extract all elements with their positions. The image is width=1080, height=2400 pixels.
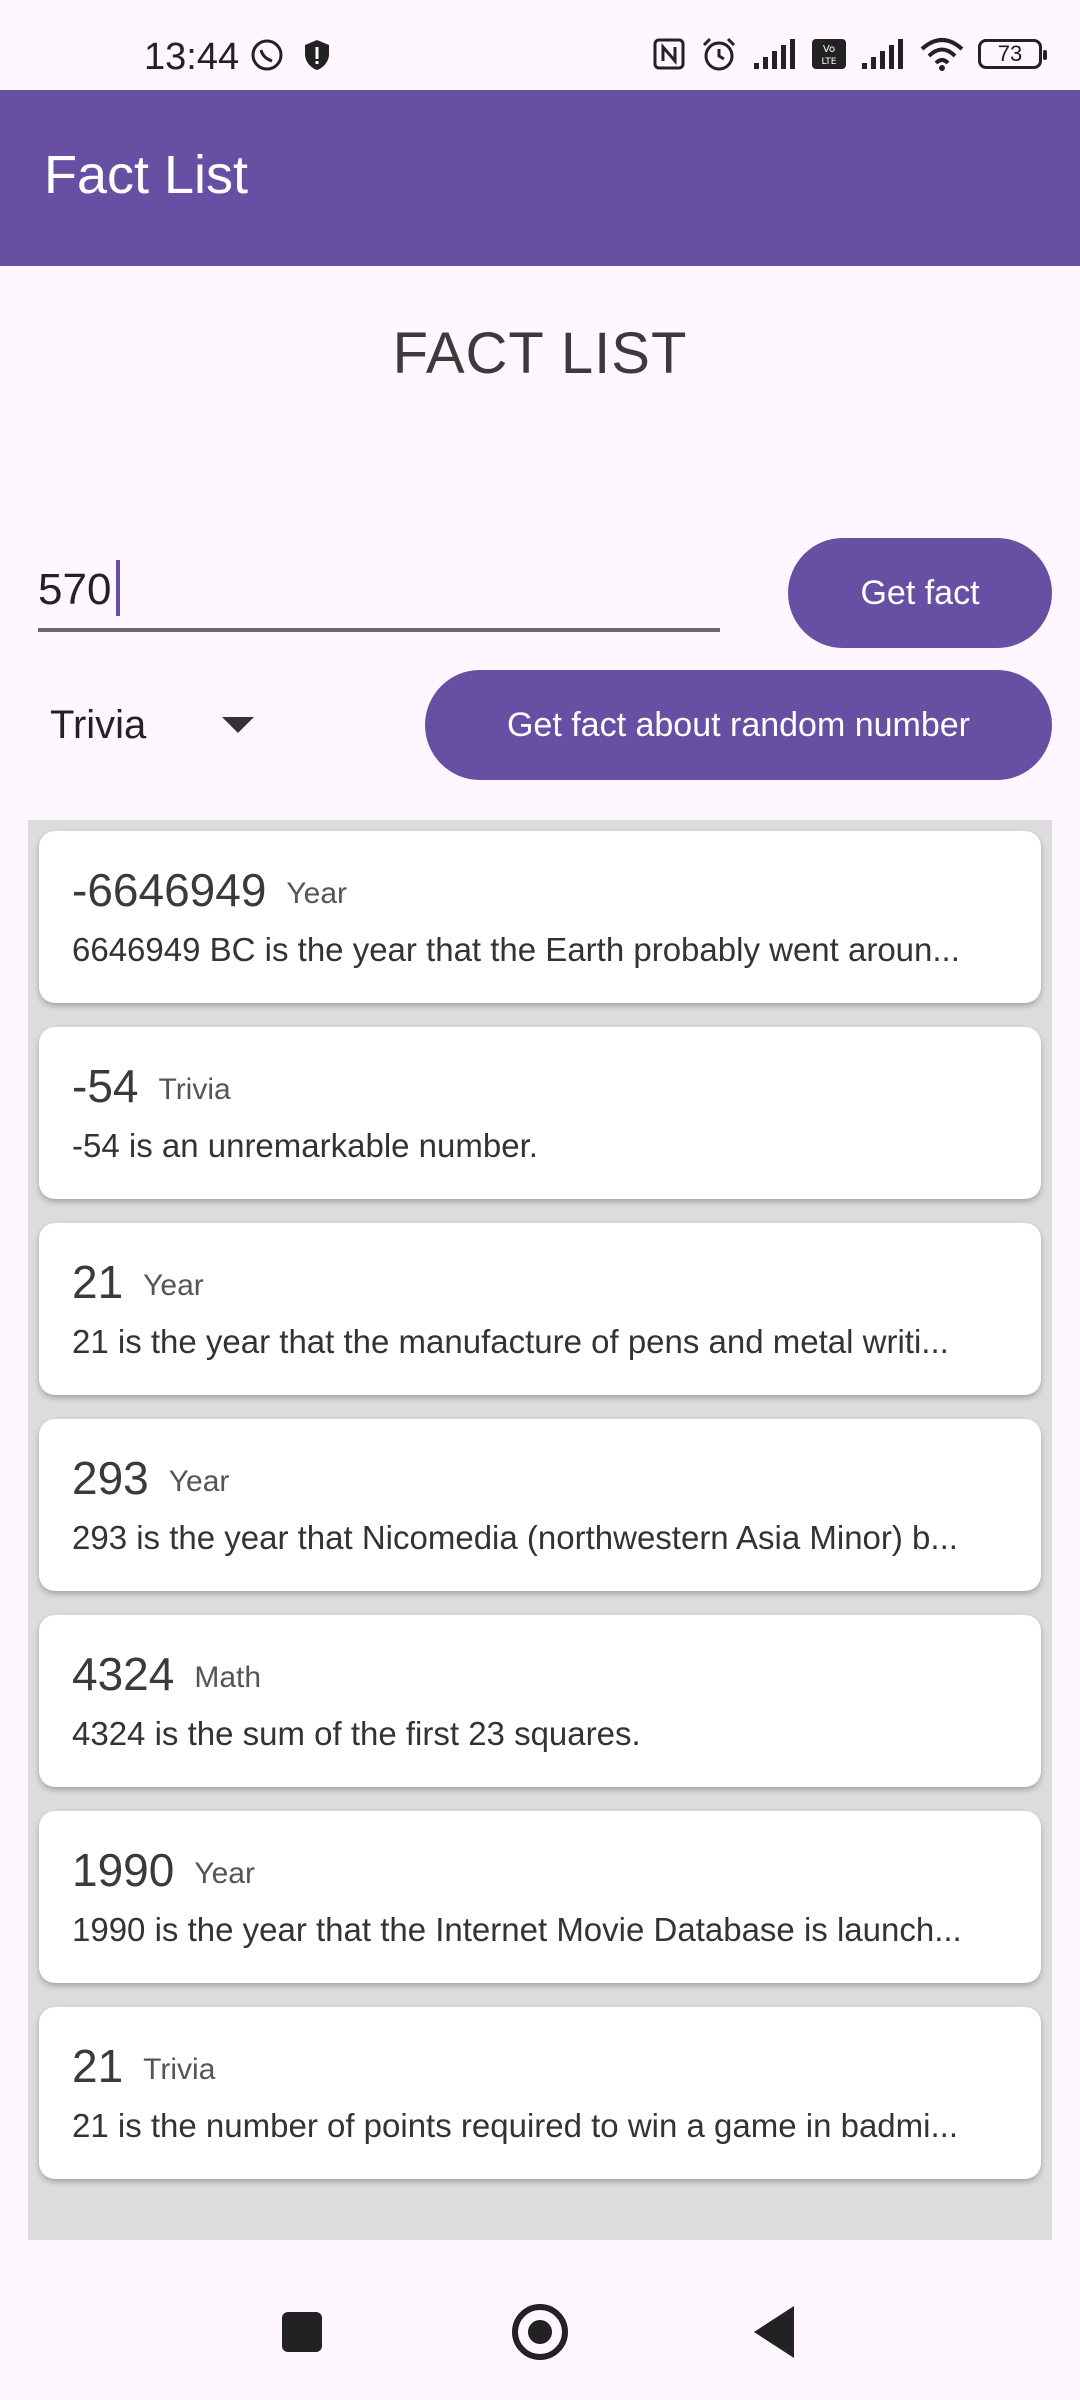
recents-icon[interactable] xyxy=(282,2312,322,2352)
fact-category: Math xyxy=(194,1660,262,1694)
status-bar: 13:44 Vo LTE 73 xyxy=(0,0,1080,90)
list-item[interactable]: 293 Year 293 is the year that Nicomedia (… xyxy=(39,1419,1041,1591)
fact-number: 293 xyxy=(72,1452,149,1504)
signal-icon xyxy=(752,39,798,69)
category-dropdown[interactable]: Trivia xyxy=(50,690,260,760)
category-dropdown-value: Trivia xyxy=(50,702,147,747)
svg-text:Vo: Vo xyxy=(823,44,835,55)
app-bar-title: Fact List xyxy=(44,145,249,205)
list-item[interactable]: 21 Trivia 21 is the number of points requ… xyxy=(39,2007,1041,2179)
fact-number-row: -6646949 Year xyxy=(72,863,347,917)
number-input[interactable] xyxy=(38,552,720,632)
fact-text: 21 is the number of points required to w… xyxy=(72,2107,958,2144)
system-nav-bar xyxy=(0,2262,1080,2400)
fact-number-row: -54 Trivia xyxy=(72,1059,231,1113)
page-title: FACT LIST xyxy=(392,321,688,386)
fact-text: 293 is the year that Nicomedia (northwes… xyxy=(72,1519,958,1556)
list-item[interactable]: 1990 Year 1990 is the year that the Inter… xyxy=(39,1811,1041,1983)
volte-icon: Vo LTE xyxy=(812,39,846,69)
fact-text: -54 is an unremarkable number. xyxy=(72,1127,538,1164)
fact-text: 4324 is the sum of the first 23 squares. xyxy=(72,1715,641,1752)
fact-number: 4324 xyxy=(72,1648,175,1700)
battery-icon: 73 xyxy=(978,39,1047,69)
fact-text: 1990 is the year that the Internet Movie… xyxy=(72,1911,962,1948)
wifi-icon xyxy=(920,37,964,71)
viber-icon xyxy=(250,38,284,72)
fact-text: 6646949 BC is the year that the Earth pr… xyxy=(72,931,960,968)
fact-number: 21 xyxy=(72,1256,124,1308)
fact-category: Year xyxy=(286,876,348,910)
fact-number: 21 xyxy=(72,2040,124,2092)
status-left-icons xyxy=(250,38,332,72)
list-item[interactable]: 21 Year 21 is the year that the manufactu… xyxy=(39,1223,1041,1395)
fact-category: Year xyxy=(194,1856,255,1890)
home-icon[interactable] xyxy=(512,2304,568,2360)
fact-number: -54 xyxy=(72,1060,139,1112)
list-item[interactable]: -6646949 Year 6646949 BC is the year that… xyxy=(39,831,1041,1003)
svg-text:LTE: LTE xyxy=(822,57,837,67)
get-fact-button[interactable]: Get fact xyxy=(788,538,1052,648)
fact-number-row: 21 Trivia xyxy=(72,2039,215,2093)
nfc-icon xyxy=(652,37,686,71)
shield-alert-icon xyxy=(302,38,332,72)
fact-number: -6646949 xyxy=(72,864,267,916)
fact-category: Trivia xyxy=(143,2052,216,2086)
status-right-icons: Vo LTE 73 xyxy=(652,36,1047,72)
fact-category: Trivia xyxy=(158,1072,231,1106)
fact-number-row: 1990 Year xyxy=(72,1843,255,1897)
fact-category: Year xyxy=(143,1268,204,1302)
alarm-icon xyxy=(700,36,738,72)
text-cursor xyxy=(116,560,120,616)
fact-list[interactable]: -6646949 Year 6646949 BC is the year that… xyxy=(28,820,1052,2240)
signal-icon xyxy=(860,39,906,69)
list-item[interactable]: 4324 Math 4324 is the sum of the first 23… xyxy=(39,1615,1041,1787)
back-icon[interactable] xyxy=(754,2306,794,2358)
status-time: 13:44 xyxy=(144,36,240,78)
fact-number-row: 293 Year xyxy=(72,1451,229,1505)
app-bar: Fact List xyxy=(0,90,1080,266)
list-item[interactable]: -54 Trivia -54 is an unremarkable number. xyxy=(39,1027,1041,1199)
fact-category: Year xyxy=(168,1464,230,1498)
random-fact-button[interactable]: Get fact about random number xyxy=(425,670,1052,780)
chevron-down-icon xyxy=(222,717,254,733)
fact-number-row: 4324 Math xyxy=(72,1647,261,1701)
fact-number: 1990 xyxy=(72,1844,175,1896)
fact-text: 21 is the year that the manufacture of p… xyxy=(72,1323,949,1360)
fact-number-row: 21 Year xyxy=(72,1255,204,1309)
